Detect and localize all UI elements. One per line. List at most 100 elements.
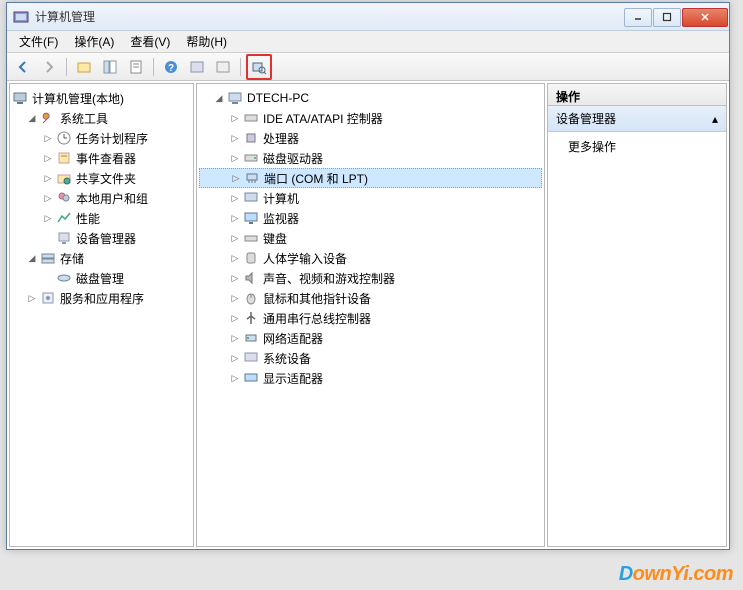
device-display[interactable]: ▷显示适配器 — [199, 368, 542, 388]
cpu-icon — [243, 130, 259, 146]
refresh-button[interactable] — [211, 56, 235, 78]
tree-label: IDE ATA/ATAPI 控制器 — [263, 110, 383, 127]
scan-button[interactable] — [185, 56, 209, 78]
toolbar-separator — [66, 58, 67, 76]
device-icon — [56, 230, 72, 246]
expand-icon[interactable]: ▷ — [230, 172, 242, 184]
drive-icon — [243, 150, 259, 166]
tree-label: 系统设备 — [263, 350, 311, 367]
tree-disk-management[interactable]: 磁盘管理 — [12, 268, 191, 288]
mouse-icon — [243, 290, 259, 306]
tree-shared-folders[interactable]: ▷共享文件夹 — [12, 168, 191, 188]
tree-services-apps[interactable]: ▷服务和应用程序 — [12, 288, 191, 308]
device-root[interactable]: ◢ DTECH-PC — [199, 88, 542, 108]
back-button[interactable] — [11, 56, 35, 78]
actions-more[interactable]: 更多操作 — [548, 132, 726, 161]
navigation-tree: 计算机管理(本地) ◢ 系统工具 ▷ 任务计划程序 ▷ 事件查看器 ▷共享文件夹 ▷ 本… — [10, 84, 193, 312]
expand-icon[interactable]: ▷ — [229, 292, 241, 304]
tree-label: 任务计划程序 — [76, 130, 148, 147]
expand-icon[interactable]: ▷ — [229, 132, 241, 144]
device-cpu[interactable]: ▷处理器 — [199, 128, 542, 148]
system-icon — [243, 350, 259, 366]
device-monitors[interactable]: ▷ 监视器 — [199, 208, 542, 228]
tree-label: 事件查看器 — [76, 150, 136, 167]
properties-button[interactable] — [124, 56, 148, 78]
expand-icon[interactable]: ▷ — [229, 252, 241, 264]
help-button[interactable]: ? — [159, 56, 183, 78]
device-network[interactable]: ▷网络适配器 — [199, 328, 542, 348]
expand-icon[interactable]: ▷ — [42, 172, 54, 184]
tree-task-scheduler[interactable]: ▷ 任务计划程序 — [12, 128, 191, 148]
tree-label: 磁盘管理 — [76, 270, 124, 287]
device-hid[interactable]: ▷人体学输入设备 — [199, 248, 542, 268]
expand-icon[interactable]: ▷ — [26, 292, 38, 304]
device-tree-panel: ◢ DTECH-PC ▷ IDE ATA/ATAPI 控制器 ▷处理器 ▷磁盘驱动器… — [196, 83, 545, 547]
expand-icon[interactable]: ▷ — [42, 192, 54, 204]
computer-icon — [227, 90, 243, 106]
device-computer[interactable]: ▷计算机 — [199, 188, 542, 208]
tree-label: 监视器 — [263, 210, 299, 227]
close-button[interactable] — [682, 8, 728, 27]
device-ide[interactable]: ▷ IDE ATA/ATAPI 控制器 — [199, 108, 542, 128]
expand-icon[interactable]: ▷ — [229, 332, 241, 344]
expand-icon[interactable]: ▷ — [42, 212, 54, 224]
users-icon — [56, 190, 72, 206]
expand-icon[interactable]: ▷ — [229, 192, 241, 204]
expand-icon[interactable]: ▷ — [42, 152, 54, 164]
tree-label: DTECH-PC — [247, 91, 309, 105]
display-adapter-icon — [243, 370, 259, 386]
event-icon — [56, 150, 72, 166]
expand-icon[interactable]: ▷ — [42, 132, 54, 144]
tree-performance[interactable]: ▷性能 — [12, 208, 191, 228]
device-sound[interactable]: ▷声音、视频和游戏控制器 — [199, 268, 542, 288]
computer-icon — [243, 190, 259, 206]
tree-storage[interactable]: ◢存储 — [12, 248, 191, 268]
navigation-tree-panel: 计算机管理(本地) ◢ 系统工具 ▷ 任务计划程序 ▷ 事件查看器 ▷共享文件夹 ▷ 本… — [9, 83, 194, 547]
tree-label: 系统工具 — [60, 110, 108, 127]
menu-file[interactable]: 文件(F) — [11, 31, 66, 52]
menu-action[interactable]: 操作(A) — [66, 31, 122, 52]
expand-icon[interactable]: ▷ — [229, 212, 241, 224]
tree-local-users[interactable]: ▷ 本地用户和组 — [12, 188, 191, 208]
app-icon — [13, 9, 29, 25]
tree-label: 本地用户和组 — [76, 190, 148, 207]
tree-device-manager[interactable]: 设备管理器 — [12, 228, 191, 248]
collapse-icon[interactable]: ◢ — [26, 112, 38, 124]
menu-view[interactable]: 查看(V) — [122, 31, 178, 52]
device-disk-drives[interactable]: ▷磁盘驱动器 — [199, 148, 542, 168]
up-button[interactable] — [72, 56, 96, 78]
actions-section[interactable]: 设备管理器 ▴ — [548, 106, 726, 132]
expand-icon[interactable]: ▷ — [229, 312, 241, 324]
device-ports[interactable]: ▷端口 (COM 和 LPT) — [199, 168, 542, 188]
menu-help[interactable]: 帮助(H) — [178, 31, 235, 52]
tree-event-viewer[interactable]: ▷ 事件查看器 — [12, 148, 191, 168]
device-keyboards[interactable]: ▷键盘 — [199, 228, 542, 248]
tree-root[interactable]: 计算机管理(本地) — [12, 88, 191, 108]
expand-icon[interactable]: ▷ — [229, 152, 241, 164]
forward-button[interactable] — [37, 56, 61, 78]
expand-icon[interactable]: ▷ — [229, 272, 241, 284]
device-mouse[interactable]: ▷鼠标和其他指针设备 — [199, 288, 542, 308]
expand-icon[interactable]: ▷ — [229, 232, 241, 244]
expand-icon[interactable]: ▷ — [229, 372, 241, 384]
device-usb[interactable]: ▷通用串行总线控制器 — [199, 308, 542, 328]
usb-icon — [243, 310, 259, 326]
expand-icon[interactable]: ▷ — [229, 112, 241, 124]
collapse-icon[interactable]: ◢ — [213, 92, 225, 104]
storage-icon — [40, 250, 56, 266]
maximize-button[interactable] — [653, 8, 681, 27]
device-system[interactable]: ▷ 系统设备 — [199, 348, 542, 368]
computer-management-window: 计算机管理 文件(F) 操作(A) 查看(V) 帮助(H) ? 计算机管理(本地… — [6, 2, 730, 550]
performance-icon — [56, 210, 72, 226]
network-icon — [243, 330, 259, 346]
collapse-icon[interactable]: ▴ — [712, 112, 718, 126]
titlebar: 计算机管理 — [7, 3, 729, 31]
expand-icon[interactable]: ▷ — [229, 352, 241, 364]
show-hide-tree-button[interactable] — [98, 56, 122, 78]
minimize-button[interactable] — [624, 8, 652, 27]
tree-system-tools[interactable]: ◢ 系统工具 — [12, 108, 191, 128]
collapse-icon[interactable]: ◢ — [26, 252, 38, 264]
svg-text:?: ? — [168, 63, 174, 74]
scan-hardware-button[interactable] — [246, 54, 272, 80]
monitor-icon — [243, 210, 259, 226]
